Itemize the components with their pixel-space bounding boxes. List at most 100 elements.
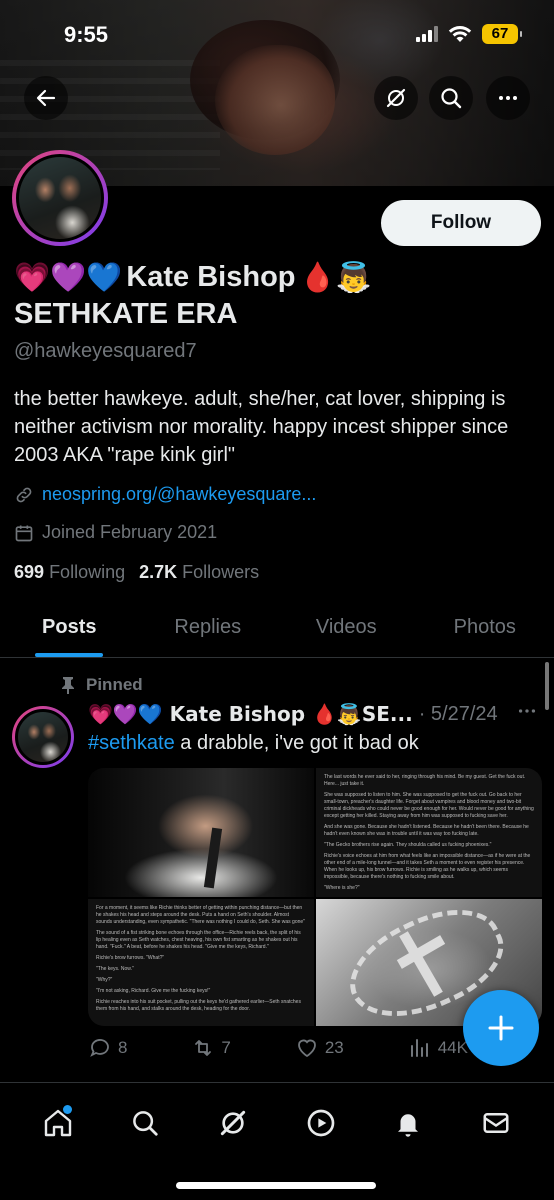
play-icon: [307, 1109, 335, 1137]
home-indicator: [176, 1182, 376, 1189]
repost-count: 7: [221, 1038, 231, 1057]
media-image-2[interactable]: The last words he ever said to her, ring…: [316, 768, 542, 897]
tab-videos[interactable]: Videos: [277, 600, 416, 657]
bell-icon: [398, 1114, 419, 1137]
tab-replies[interactable]: Replies: [139, 600, 278, 657]
profile-link-row: neospring.org/@hawkeyesquare...: [14, 484, 316, 505]
joined-date: Joined February 2021: [42, 522, 218, 542]
nav-home[interactable]: [36, 1101, 80, 1145]
tab-photos[interactable]: Photos: [416, 600, 554, 657]
arrow-left-icon: [36, 89, 56, 107]
link-icon: [16, 487, 32, 502]
media-text-paragraph: The sound of a fist striking bone echoes…: [96, 930, 301, 950]
media-text-paragraph: "The Gecko brothers rise again. They sho…: [324, 842, 492, 848]
media-text-paragraph: For a moment, it seems like Richie think…: [96, 905, 305, 925]
reply-count: 8: [118, 1038, 128, 1057]
more-icon: [499, 96, 517, 100]
compose-button[interactable]: [463, 990, 539, 1066]
followers-count: 2.7K: [139, 562, 178, 582]
more-button[interactable]: [486, 76, 530, 120]
more-icon: [518, 709, 536, 713]
media-text-paragraph: "I'm not asking, Richard. Give me the fu…: [96, 988, 211, 994]
nav-notifications[interactable]: [386, 1101, 430, 1145]
post-avatar[interactable]: [12, 706, 74, 768]
media-text-paragraph: "Why?": [96, 977, 113, 983]
follow-button[interactable]: Follow: [381, 200, 541, 246]
reply-icon: [90, 1039, 109, 1057]
post-actions: 8 7 23 44K: [88, 1036, 468, 1060]
pin-icon: [62, 677, 74, 694]
avatar-image: [15, 709, 71, 765]
nav-video[interactable]: [299, 1101, 343, 1145]
view-count: 44K: [437, 1038, 468, 1057]
status-time: 9:55: [64, 22, 109, 47]
search-icon: [441, 88, 462, 109]
display-name-line2: SETHKATE ERA: [14, 298, 238, 330]
search-icon: [133, 1111, 159, 1136]
media-text-paragraph: She was supposed to listen to him. She w…: [324, 792, 534, 819]
profile-avatar[interactable]: [12, 150, 108, 246]
joined-row: Joined February 2021: [14, 522, 217, 543]
signal-icon: [416, 26, 438, 42]
media-text-paragraph: Richie's brow furrows. "What?": [96, 955, 165, 961]
profile-tabs: Posts Replies Videos Photos: [0, 600, 554, 658]
media-text-paragraph: Richie reaches into his suit pocket, pul…: [96, 999, 301, 1012]
followers-label: Followers: [182, 562, 260, 582]
post-author[interactable]: 💗💜💙 Kate Bishop 🩸👼SE...: [88, 702, 413, 726]
follow-counts: 699 Following 2.7K Followers: [14, 562, 259, 583]
notification-dot: [62, 1105, 72, 1114]
reply-button[interactable]: 8: [88, 1036, 127, 1060]
name-emoji-prefix: 💗💜💙: [14, 260, 123, 294]
pinned-indicator: Pinned: [60, 675, 143, 695]
post-more-button[interactable]: [516, 700, 538, 728]
name-emoji-suffix: 🩸👼: [299, 260, 372, 294]
grok-icon: [386, 88, 406, 108]
repost-icon: [195, 1040, 212, 1056]
wifi-icon: [448, 26, 472, 42]
back-button[interactable]: [24, 76, 68, 120]
grok-button[interactable]: [374, 76, 418, 120]
media-text-paragraph: "Where is she?": [324, 885, 360, 891]
tab-posts[interactable]: Posts: [0, 600, 139, 657]
nav-messages[interactable]: [474, 1101, 518, 1145]
media-text-paragraph: And she was gone. Because she hadn't lis…: [324, 824, 529, 837]
profile-bio: the better hawkeye. adult, she/her, cat …: [14, 388, 509, 466]
scrollbar[interactable]: [545, 662, 549, 710]
pinned-label: Pinned: [86, 675, 143, 694]
heart-icon: [297, 1039, 316, 1058]
mail-icon: [483, 1113, 509, 1133]
media-text-paragraph: "The keys. Now.": [96, 966, 134, 972]
views-button[interactable]: 44K: [408, 1036, 468, 1060]
following-link[interactable]: 699 Following: [14, 562, 125, 583]
avatar-image: [16, 154, 104, 242]
views-icon: [410, 1039, 428, 1057]
post-date[interactable]: · 5/27/24: [419, 703, 498, 726]
profile-link[interactable]: neospring.org/@hawkeyesquare...: [42, 484, 316, 505]
calendar-icon: [15, 525, 33, 541]
search-button[interactable]: [429, 76, 473, 120]
post-hashtag[interactable]: #sethkate: [88, 732, 175, 754]
post-header: 💗💜💙 Kate Bishop 🩸👼SE... · 5/27/24: [88, 702, 498, 726]
like-button[interactable]: 23: [295, 1036, 344, 1060]
name-text: Kate Bishop: [126, 261, 296, 293]
nav-search[interactable]: [123, 1101, 167, 1145]
status-icons: 67: [416, 24, 522, 44]
media-text-paragraph: The last words he ever said to her, ring…: [324, 774, 526, 787]
grok-icon: [221, 1110, 246, 1136]
like-count: 23: [324, 1038, 344, 1057]
battery-icon: 67: [482, 24, 522, 44]
followers-link[interactable]: 2.7K Followers: [139, 562, 259, 583]
post-media-grid: The last words he ever said to her, ring…: [88, 768, 542, 1026]
post-body: a drabble, i've got it bad ok: [174, 732, 419, 754]
nav-grok[interactable]: [211, 1101, 255, 1145]
media-image-3[interactable]: For a moment, it seems like Richie think…: [88, 899, 314, 1026]
repost-button[interactable]: 7: [191, 1036, 231, 1060]
media-text-paragraph: Richie's voice echoes at him from what f…: [324, 853, 531, 880]
user-handle: @hawkeyesquared7: [14, 340, 197, 362]
following-count: 699: [14, 562, 45, 582]
plus-icon: [488, 1015, 514, 1041]
display-name: 💗💜💙 Kate Bishop 🩸👼: [14, 260, 372, 295]
following-label: Following: [49, 562, 126, 582]
media-image-1[interactable]: [88, 768, 314, 897]
post-text: #sethkate a drabble, i've got it bad ok: [88, 732, 419, 755]
